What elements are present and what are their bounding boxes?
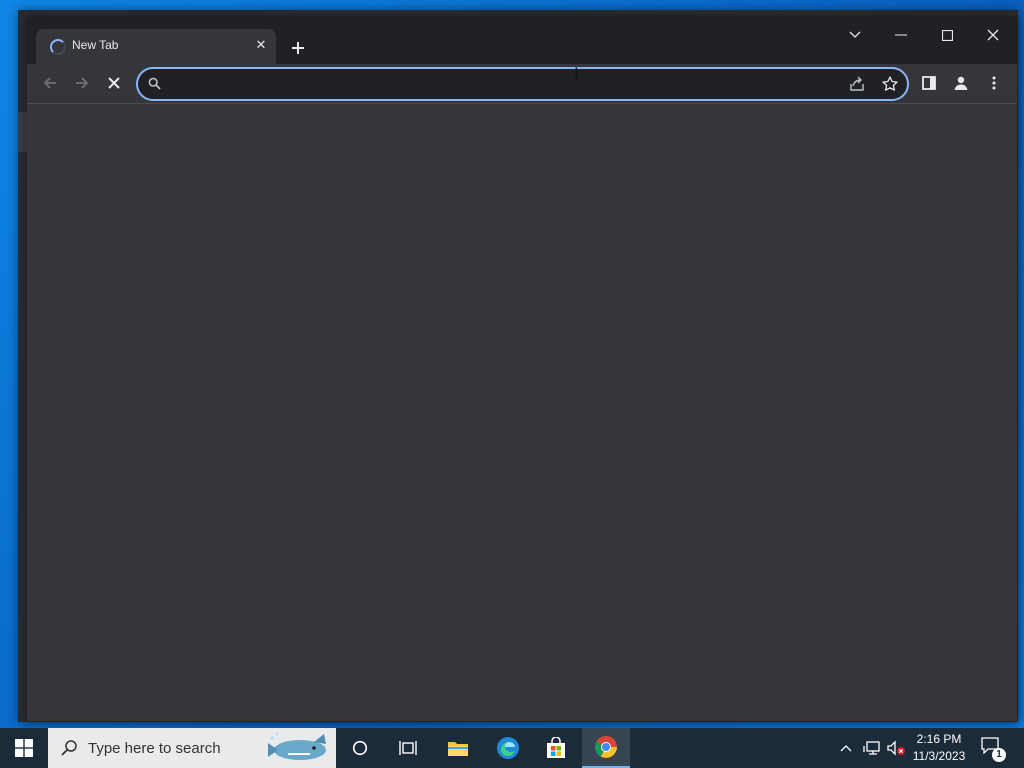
search-icon: [148, 77, 161, 90]
chrome-menu-button[interactable]: [981, 70, 1007, 96]
search-icon: [61, 740, 77, 756]
address-bar[interactable]: [136, 67, 909, 101]
maximize-icon: [941, 29, 953, 41]
share-icon[interactable]: [848, 75, 866, 93]
edge-icon: [497, 737, 519, 759]
cortana-icon: [352, 740, 368, 756]
show-hidden-icons-button[interactable]: [836, 728, 856, 768]
network-button[interactable]: [860, 728, 884, 768]
search-highlight-illustration-icon: [268, 732, 326, 760]
clock-date: 11/3/2023: [912, 749, 966, 763]
windows-logo-icon: [15, 739, 33, 757]
taskbar: Type here to search 2:16 PM 11/3/2023 1: [0, 728, 1024, 768]
file-explorer-button[interactable]: [434, 728, 482, 768]
clock-time: 2:16 PM: [916, 732, 962, 746]
side-panel-icon: [922, 76, 936, 90]
close-window-button[interactable]: [975, 22, 1011, 48]
tab-strip: New Tab ✕: [27, 17, 1017, 64]
taskbar-search-box[interactable]: Type here to search: [48, 728, 336, 768]
back-button[interactable]: [36, 69, 64, 97]
toolbar: [27, 64, 1017, 104]
page-content[interactable]: [27, 104, 1017, 721]
cortana-button[interactable]: [336, 728, 384, 768]
action-center-button[interactable]: 1: [980, 736, 1006, 762]
system-clock[interactable]: 2:16 PM 11/3/2023: [906, 731, 972, 765]
forward-button[interactable]: [68, 69, 96, 97]
tab-new-tab[interactable]: New Tab ✕: [36, 29, 276, 64]
store-icon: [547, 737, 565, 758]
network-icon: [863, 741, 880, 755]
profile-button[interactable]: [948, 70, 974, 96]
search-placeholder: Type here to search: [88, 740, 221, 757]
minimize-button[interactable]: [883, 22, 919, 48]
text-cursor-icon: I: [574, 64, 579, 83]
minimize-icon: [895, 34, 907, 36]
edge-button[interactable]: [484, 728, 532, 768]
kebab-menu-icon: [992, 76, 996, 90]
notification-count-badge: 1: [992, 748, 1006, 762]
avatar-icon: [954, 76, 968, 90]
file-explorer-icon: [448, 742, 468, 756]
volume-button[interactable]: [884, 728, 908, 768]
arrow-right-icon: [76, 77, 89, 89]
side-panel-button[interactable]: [916, 70, 942, 96]
store-button[interactable]: [532, 728, 580, 768]
new-tab-button[interactable]: [286, 36, 310, 60]
tab-title: New Tab: [72, 38, 119, 52]
maximize-button[interactable]: [929, 22, 965, 48]
task-view-button[interactable]: [384, 728, 432, 768]
bookmark-star-icon[interactable]: [881, 75, 899, 93]
close-icon: [987, 29, 999, 41]
loading-spinner-icon: [50, 39, 66, 55]
chrome-icon: [595, 736, 617, 758]
start-button[interactable]: [0, 728, 48, 768]
chrome-window: New Tab ✕: [27, 17, 1017, 721]
chevron-up-icon: [840, 745, 852, 752]
stop-loading-button[interactable]: [100, 69, 128, 97]
arrow-left-icon: [43, 77, 56, 89]
stop-icon: [108, 77, 120, 89]
task-view-icon: [399, 741, 417, 755]
chevron-down-icon: [849, 31, 861, 38]
plus-icon: [292, 42, 304, 54]
tab-search-button[interactable]: [837, 22, 873, 48]
address-input[interactable]: [172, 75, 836, 95]
chrome-button[interactable]: [582, 728, 630, 768]
tab-close-icon[interactable]: ✕: [252, 36, 270, 54]
volume-muted-icon: [887, 740, 905, 756]
